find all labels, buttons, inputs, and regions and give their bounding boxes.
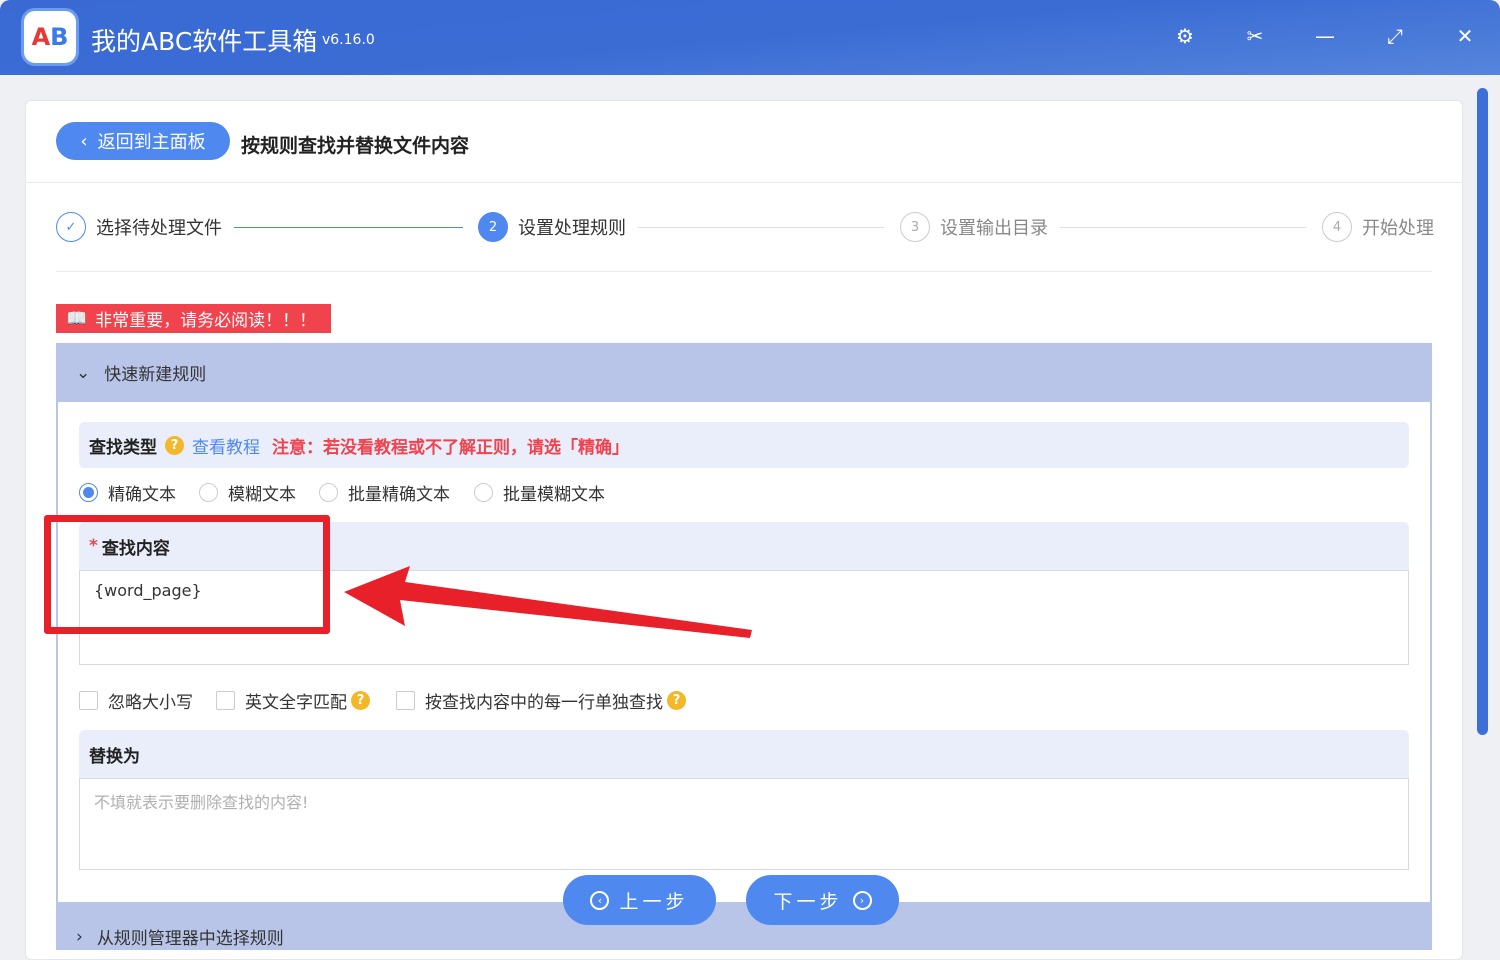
red-arrow-annotation bbox=[344, 566, 752, 638]
